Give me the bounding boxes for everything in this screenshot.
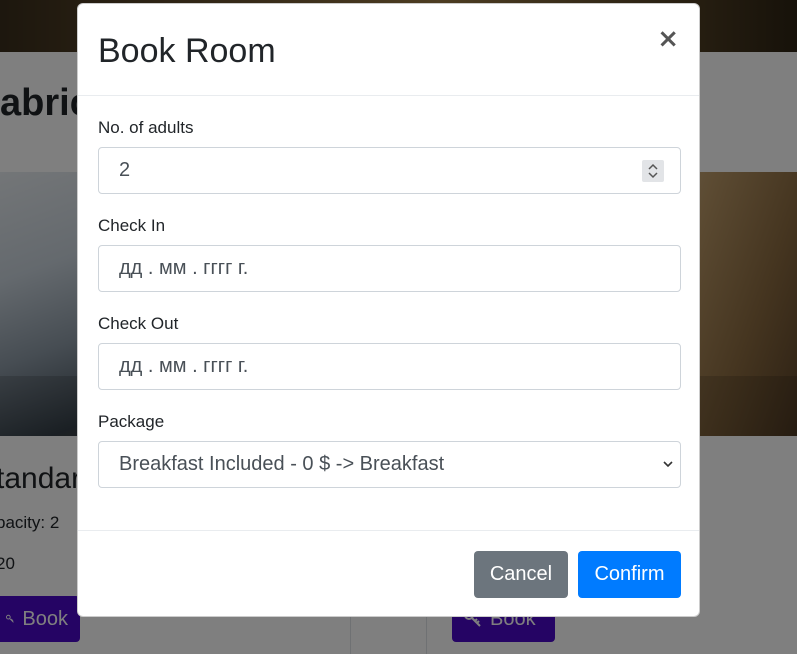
cancel-button[interactable]: Cancel <box>474 551 568 598</box>
package-selected-value: Breakfast Included - 0 $ -> Breakfast <box>119 453 445 475</box>
adults-label: No. of adults <box>98 118 194 137</box>
modal-title: Book Room <box>98 32 276 70</box>
package-label: Package <box>98 412 165 431</box>
adults-value: 2 <box>119 159 131 181</box>
package-select[interactable]: Breakfast Included - 0 $ -> Breakfast <box>98 441 681 488</box>
close-button[interactable]: × <box>657 26 679 52</box>
check-out-label: Check Out <box>98 314 179 333</box>
check-out-placeholder: дд . мм . гггг г. <box>119 355 249 377</box>
check-out-date-input[interactable]: дд . мм . гггг г. <box>98 343 681 390</box>
check-in-label: Check In <box>98 216 166 235</box>
check-in-placeholder: дд . мм . гггг г. <box>119 257 249 279</box>
modal-footer: Cancel Confirm <box>78 530 699 618</box>
book-room-modal: Book Room × No. of adults 2 Check In дд … <box>77 3 700 617</box>
modal-body: No. of adults 2 Check In дд . мм . гггг … <box>78 96 699 530</box>
check-in-date-input[interactable]: дд . мм . гггг г. <box>98 245 681 292</box>
number-spinner-icon[interactable] <box>642 160 664 182</box>
modal-header: Book Room × <box>78 4 699 96</box>
confirm-button[interactable]: Confirm <box>578 551 681 598</box>
adults-number-input[interactable]: 2 <box>98 147 681 194</box>
chevron-down-icon <box>663 461 673 468</box>
